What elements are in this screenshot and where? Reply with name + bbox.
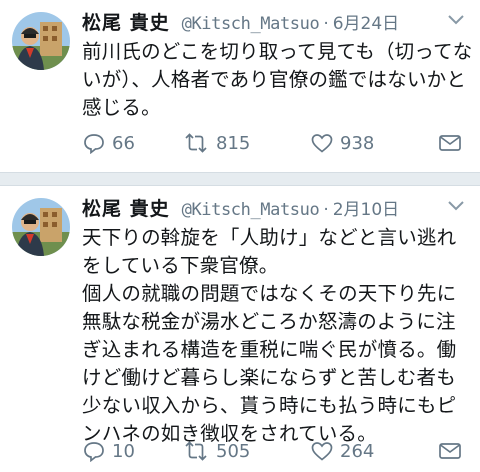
retweet-button[interactable]: 815 — [182, 132, 310, 154]
user-handle[interactable]: @Kitsch_Matsuo — [182, 200, 320, 220]
chevron-down-icon[interactable] — [446, 198, 466, 212]
heart-icon — [311, 134, 333, 153]
direct-message-button[interactable] — [438, 133, 468, 153]
reply-icon — [84, 134, 104, 154]
user-handle[interactable]: @Kitsch_Matsuo — [182, 14, 320, 34]
tweet-date[interactable]: 2月10日 — [333, 195, 399, 220]
like-count: 264 — [340, 440, 375, 462]
user-name[interactable]: 松尾 貴史 — [82, 8, 170, 35]
heart-icon — [311, 442, 333, 461]
retweet-count: 505 — [216, 440, 251, 462]
separator: · — [323, 14, 329, 34]
retweet-count: 815 — [216, 132, 251, 154]
reply-button[interactable]: 10 — [82, 440, 182, 462]
tweet-text: 前川氏のどこを切り取って見ても（切ってないが）、人格者であり官僚の鑑ではないかと… — [82, 40, 473, 119]
tweet-date[interactable]: 6月24日 — [333, 9, 399, 34]
like-button[interactable]: 264 — [310, 440, 450, 462]
reply-button[interactable]: 66 — [82, 132, 182, 154]
tweet-header: 松尾 貴史 @Kitsch_Matsuo · 2月10日 — [82, 194, 399, 222]
tweet-actions: 10 505 264 — [82, 438, 468, 464]
envelope-icon — [439, 135, 461, 151]
tweet-divider — [0, 172, 480, 186]
separator: · — [323, 200, 329, 220]
avatar[interactable] — [12, 198, 70, 256]
direct-message-button[interactable] — [438, 441, 468, 461]
reply-count: 66 — [112, 132, 135, 154]
envelope-icon — [439, 443, 461, 459]
tweet-text: 天下りの斡旋を「人助け」などと言い逃れをしている下衆官僚。 個人の就職の問題では… — [82, 226, 457, 445]
reply-icon — [84, 442, 104, 462]
tweet[interactable]: 松尾 貴史 @Kitsch_Matsuo · 6月24日 前川氏のどこを切り取っ… — [0, 0, 480, 172]
like-button[interactable]: 938 — [310, 132, 450, 154]
chevron-down-icon[interactable] — [446, 12, 466, 26]
retweet-icon — [185, 441, 207, 461]
tweet-actions: 66 815 938 — [82, 130, 468, 156]
retweet-button[interactable]: 505 — [182, 440, 310, 462]
tweet[interactable]: 松尾 貴史 @Kitsch_Matsuo · 2月10日 天下りの斡旋を「人助け… — [0, 186, 480, 472]
retweet-icon — [185, 133, 207, 153]
user-name[interactable]: 松尾 貴史 — [82, 194, 170, 221]
tweet-header: 松尾 貴史 @Kitsch_Matsuo · 6月24日 — [82, 8, 399, 36]
reply-count: 10 — [112, 440, 135, 462]
like-count: 938 — [340, 132, 375, 154]
avatar[interactable] — [12, 12, 70, 70]
